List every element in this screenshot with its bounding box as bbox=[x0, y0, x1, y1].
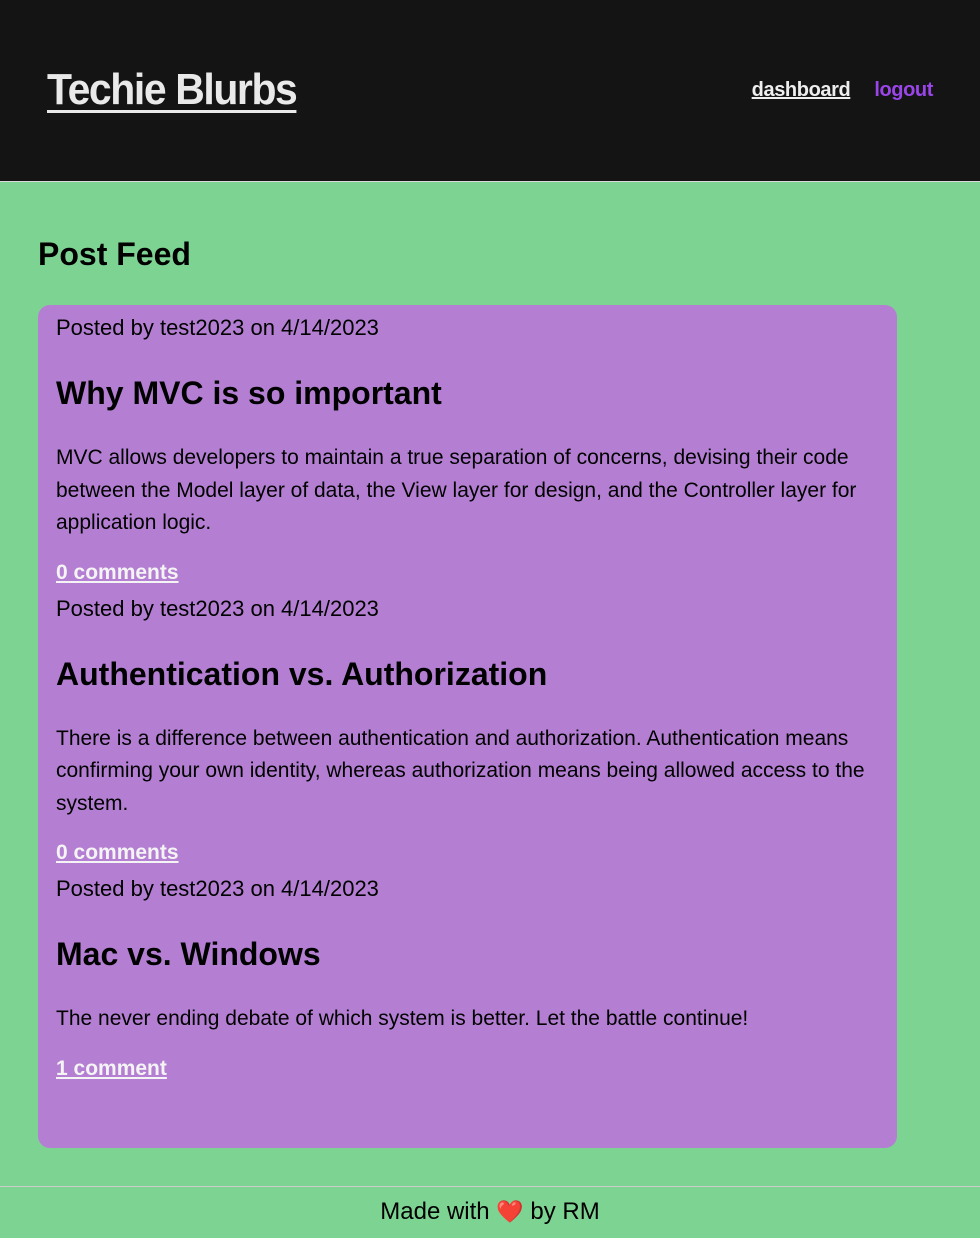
footer-suffix: by RM bbox=[530, 1198, 600, 1225]
post-comments-link[interactable]: 0 comments bbox=[56, 820, 179, 866]
post-title[interactable]: Authentication vs. Authorization bbox=[56, 622, 879, 693]
post-title[interactable]: Why MVC is so important bbox=[56, 341, 879, 412]
heart-icon: ❤️ bbox=[496, 1199, 524, 1224]
post-body: MVC allows developers to maintain a true… bbox=[56, 446, 857, 534]
page-title: Post Feed bbox=[38, 236, 191, 272]
logout-link[interactable]: logout bbox=[874, 78, 933, 102]
post-meta: Posted by test2023 on 4/14/2023 bbox=[56, 315, 379, 340]
post-comments-link[interactable]: 1 comment bbox=[56, 1036, 167, 1082]
dashboard-link[interactable]: dashboard bbox=[752, 78, 851, 102]
site-header: Techie Blurbs dashboard logout bbox=[0, 0, 980, 182]
post-item: Posted by test2023 on 4/14/2023 Why MVC … bbox=[56, 305, 879, 586]
post-item: Posted by test2023 on 4/14/2023 Authenti… bbox=[56, 586, 879, 867]
post-item: Posted by test2023 on 4/14/2023 Mac vs. … bbox=[56, 866, 879, 1082]
post-title[interactable]: Mac vs. Windows bbox=[56, 902, 879, 973]
post-feed-card: Posted by test2023 on 4/14/2023 Why MVC … bbox=[38, 305, 897, 1148]
post-meta: Posted by test2023 on 4/14/2023 bbox=[56, 876, 379, 901]
site-title-link[interactable]: Techie Blurbs bbox=[47, 66, 298, 114]
post-body: There is a difference between authentica… bbox=[56, 726, 865, 815]
site-footer: Made with ❤️ by RM bbox=[0, 1186, 980, 1238]
footer-prefix: Made with bbox=[380, 1198, 490, 1225]
main-nav: dashboard logout bbox=[752, 78, 934, 102]
post-body: The never ending debate of which system … bbox=[56, 1007, 749, 1030]
post-meta: Posted by test2023 on 4/14/2023 bbox=[56, 595, 379, 621]
post-comments-link[interactable]: 0 comments bbox=[56, 540, 179, 586]
